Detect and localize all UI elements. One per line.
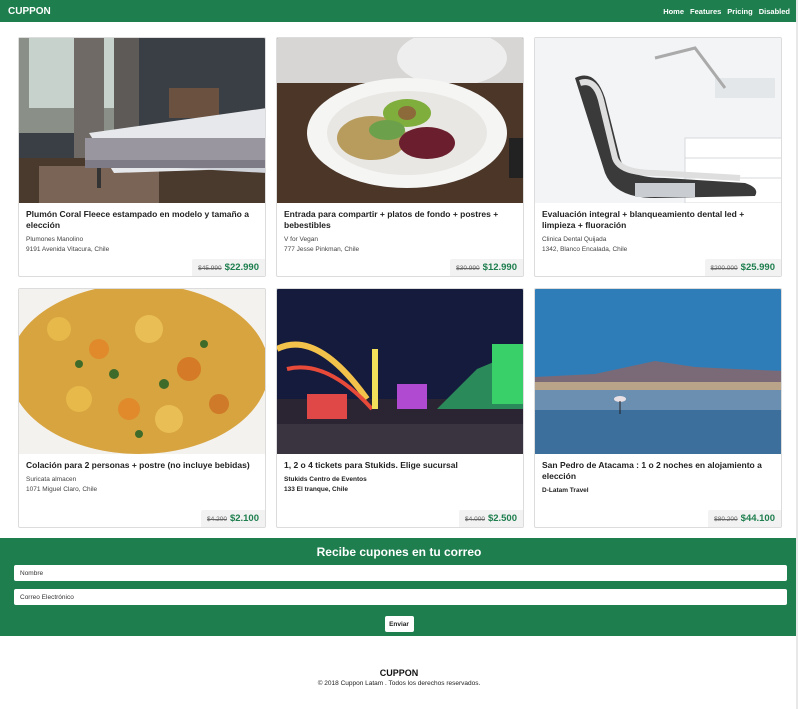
price-box: $4.200 $2.100 — [201, 510, 265, 527]
brand-logo[interactable]: CUPPON — [8, 6, 51, 17]
price-box: $4.000 $2.500 — [459, 510, 523, 527]
nav-home[interactable]: Home — [663, 7, 684, 16]
nav-links: Home Features Pricing Disabled — [663, 7, 790, 16]
card-merchant: Clinica Dental Quijada — [542, 236, 607, 243]
fairground-photo[interactable] — [277, 289, 523, 454]
bedroom-photo[interactable] — [19, 38, 265, 203]
coupon-card[interactable]: San Pedro de Atacama : 1 o 2 noches en a… — [534, 288, 782, 528]
new-price: $44.100 — [740, 513, 775, 524]
new-price: $22.990 — [224, 262, 259, 273]
card-address: 777 Jesse Pinkman, Chile — [284, 245, 360, 253]
card-merchant: Stukids Centro de Eventos — [284, 476, 367, 483]
coupon-card[interactable]: Colación para 2 personas + postre (no in… — [18, 288, 266, 528]
new-price: $25.990 — [740, 262, 775, 273]
coupon-card[interactable]: Entrada para compartir + platos de fondo… — [276, 37, 524, 277]
card-title[interactable]: 1, 2 o 4 tickets para Stukids. Elige suc… — [284, 460, 516, 471]
card-title[interactable]: Plumón Coral Fleece estampado en modelo … — [26, 209, 258, 231]
footer-copyright: © 2018 Cuppon Latam . Todos los derechos… — [317, 680, 481, 687]
email-input[interactable] — [14, 589, 787, 605]
price-box: $30.990 $12.990 — [450, 259, 523, 276]
submit-button[interactable]: Enviar — [384, 616, 414, 632]
price-box: $200.000 $25.990 — [704, 259, 781, 276]
dental-chair-photo[interactable] — [535, 38, 781, 203]
nav-disabled[interactable]: Disabled — [759, 7, 790, 16]
navbar: CUPPON Home Features Pricing Disabled — [0, 0, 798, 22]
card-title[interactable]: Entrada para compartir + platos de fondo… — [284, 209, 516, 231]
old-price: $200.000 — [710, 265, 738, 272]
old-price: $30.990 — [456, 265, 480, 272]
coupon-grid: Plumón Coral Fleece estampado en modelo … — [18, 37, 783, 528]
footer-brand: CUPPON — [379, 668, 419, 678]
card-merchant: D-Latam Travel — [542, 487, 589, 494]
nav-pricing[interactable]: Pricing — [727, 7, 752, 16]
coupon-card[interactable]: 1, 2 o 4 tickets para Stukids. Elige suc… — [276, 288, 524, 528]
newsletter-section: Recibe cupones en tu correo Enviar — [0, 538, 798, 636]
card-merchant: V for Vegan — [284, 236, 318, 243]
card-address: 1342, Blanco Encalada, Chile — [542, 245, 628, 253]
price-box: $45.990 $22.990 — [192, 259, 265, 276]
card-title[interactable]: Colación para 2 personas + postre (no in… — [26, 460, 258, 471]
name-input[interactable] — [14, 565, 787, 581]
rice-dish-photo[interactable] — [19, 289, 265, 454]
old-price: $45.990 — [198, 265, 222, 272]
card-address: 1071 Miguel Claro, Chile — [26, 485, 98, 493]
old-price: $4.200 — [207, 516, 227, 523]
footer: CUPPON © 2018 Cuppon Latam . Todos los d… — [0, 668, 798, 687]
card-address: 9191 Avenida Vitacura, Chile — [26, 245, 110, 253]
old-price: $4.000 — [465, 516, 485, 523]
newsletter-title: Recibe cupones en tu correo — [316, 545, 482, 559]
new-price: $12.990 — [482, 262, 517, 273]
coupon-card[interactable]: Evaluación integral + blanqueamiento den… — [534, 37, 782, 277]
coupon-card[interactable]: Plumón Coral Fleece estampado en modelo … — [18, 37, 266, 277]
new-price: $2.100 — [229, 513, 259, 524]
price-box: $80.200 $44.100 — [708, 510, 781, 527]
card-merchant: Suricata almacen — [26, 476, 77, 483]
new-price: $2.500 — [487, 513, 517, 524]
atacama-lake-photo[interactable] — [535, 289, 781, 454]
vegan-dish-photo[interactable] — [277, 38, 523, 203]
nav-features[interactable]: Features — [690, 7, 721, 16]
card-title[interactable]: Evaluación integral + blanqueamiento den… — [542, 209, 774, 231]
card-address: 133 El tranque, Chile — [284, 485, 348, 493]
card-merchant: Plumones Manolino — [26, 236, 84, 243]
card-title[interactable]: San Pedro de Atacama : 1 o 2 noches en a… — [542, 460, 774, 482]
old-price: $80.200 — [714, 516, 738, 523]
